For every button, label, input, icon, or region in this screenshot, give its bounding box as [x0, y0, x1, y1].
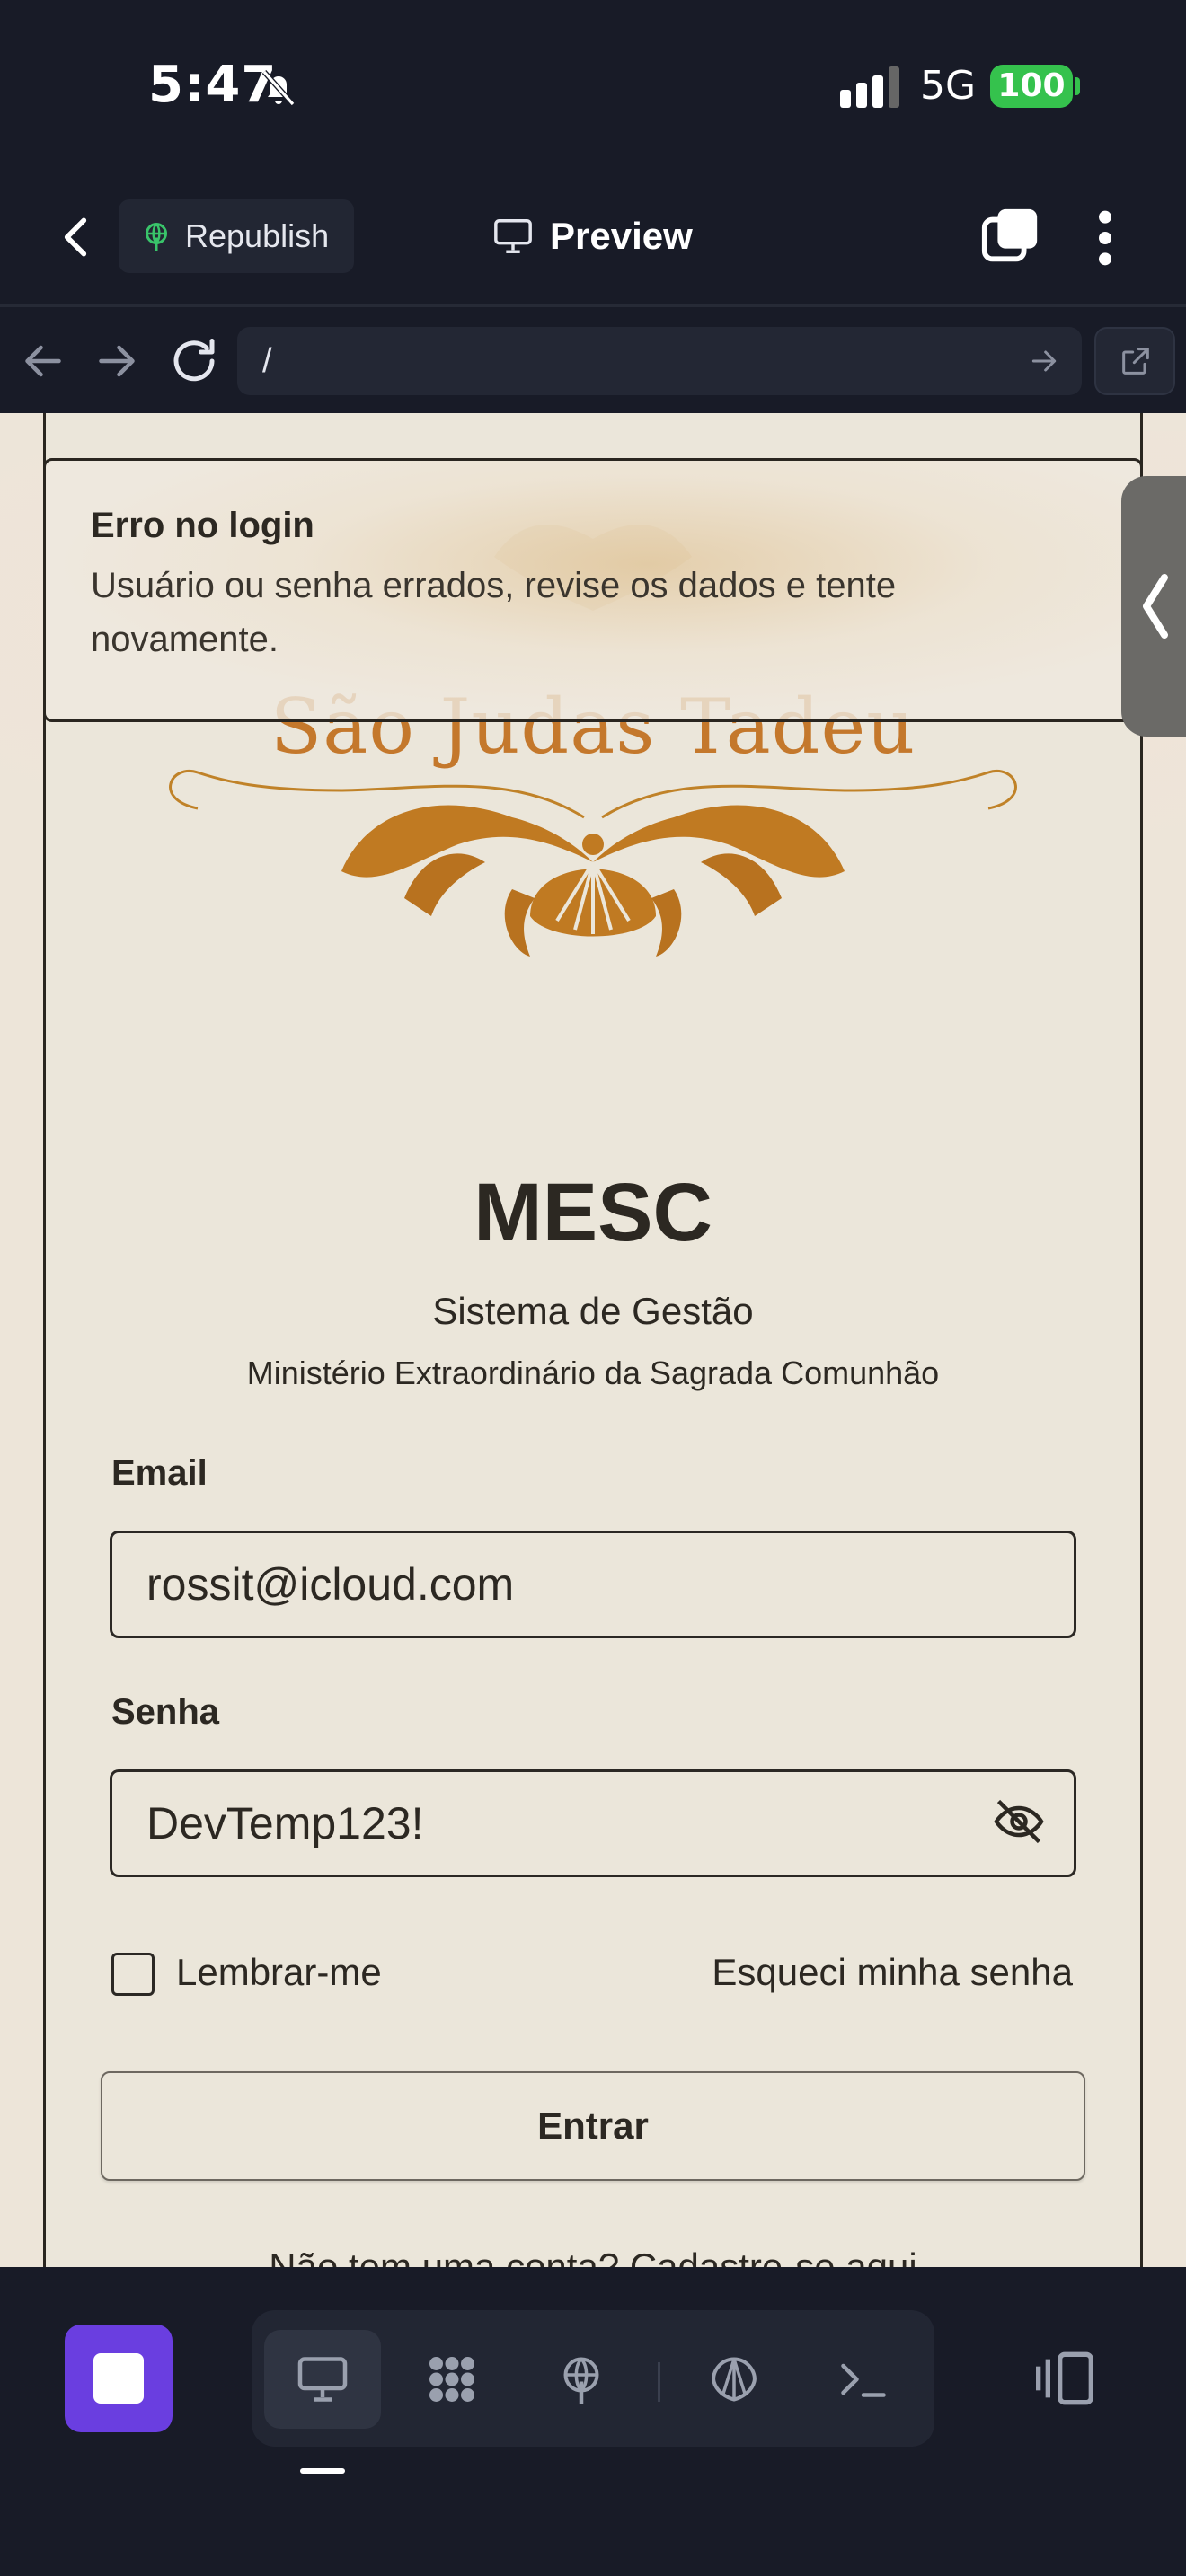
globe-upload-icon [146, 223, 167, 251]
shell-tool[interactable] [676, 2330, 792, 2429]
app-title: MESC [474, 1167, 712, 1258]
password-label: Senha [111, 1692, 220, 1732]
stop-icon [93, 2353, 144, 2404]
email-field[interactable]: rossit@icloud.com [110, 1531, 1076, 1638]
login-button[interactable]: Entrar [101, 2071, 1085, 2181]
toast-title: Erro no login [91, 506, 314, 545]
desktop-tool[interactable] [264, 2330, 381, 2429]
more-vertical-icon[interactable] [1087, 207, 1123, 269]
web-preview: São Judas Tadeu MESC Sistema de Gestão M… [0, 413, 1186, 2267]
windows-icon[interactable] [979, 207, 1042, 269]
browser-bar: / [0, 309, 1186, 413]
signal-icon [840, 66, 899, 108]
remember-label[interactable]: Lembrar-me [176, 1951, 382, 1994]
battery-level: 100 [990, 65, 1073, 108]
shell-icon [712, 2357, 757, 2402]
stop-button[interactable] [65, 2325, 173, 2432]
toast-message: Usuário ou senha errados, revise os dado… [91, 566, 897, 659]
active-tool-indicator [300, 2468, 345, 2474]
tool-separator [658, 2362, 660, 2402]
email-label: Email [111, 1453, 208, 1493]
remember-checkbox[interactable] [111, 1953, 155, 1996]
apps-icon [429, 2357, 474, 2402]
toolbar-divider [0, 304, 1186, 307]
battery-tip [1075, 77, 1080, 95]
app-subtitle: Sistema de Gestão [432, 1290, 754, 1332]
preview-tab[interactable]: Preview [492, 207, 693, 266]
external-link-icon [1122, 348, 1149, 375]
url-text: / [262, 342, 272, 380]
network-type: 5G [920, 63, 977, 109]
browser-back-icon[interactable] [16, 334, 70, 388]
publish-tool[interactable] [523, 2330, 640, 2429]
publish-icon [563, 2357, 599, 2404]
bottom-dock [0, 2267, 1186, 2576]
password-field[interactable]: DevTemp123! [110, 1769, 1076, 1877]
terminal-icon [841, 2363, 886, 2397]
chevron-left-icon [1143, 574, 1168, 639]
go-arrow-icon[interactable] [1026, 343, 1062, 379]
desktop-icon [297, 2357, 348, 2402]
app-toolbar: Republish Preview [0, 180, 1186, 305]
apps-tool[interactable] [394, 2330, 510, 2429]
bell-muted-icon [261, 70, 296, 106]
reload-icon[interactable] [167, 334, 221, 388]
back-chevron-icon[interactable] [50, 208, 101, 266]
terminal-tool[interactable] [805, 2330, 922, 2429]
eye-off-icon[interactable] [992, 1795, 1046, 1848]
republish-button[interactable]: Republish [119, 199, 354, 273]
ministry-name: Ministério Extraordinário da Sagrada Com… [246, 1354, 940, 1391]
panel-toggle-icon[interactable] [1033, 2350, 1096, 2407]
side-drawer-tab[interactable] [1121, 476, 1186, 737]
monitor-icon [494, 219, 532, 253]
republish-label: Republish [185, 217, 330, 254]
status-bar: 5:47 5G 100 [0, 0, 1186, 171]
tool-group [252, 2310, 934, 2447]
preview-label: Preview [550, 215, 693, 257]
forgot-password-link[interactable]: Esqueci minha senha [712, 1951, 1073, 1994]
error-toast[interactable]: Erro no login Usuário ou senha errados, … [43, 458, 1143, 722]
browser-forward-icon[interactable] [90, 334, 144, 388]
signup-link[interactable]: Não tem uma conta? Cadastre-se aqui [0, 2245, 1186, 2267]
url-input[interactable]: / [237, 327, 1082, 395]
open-external-button[interactable] [1094, 327, 1175, 395]
